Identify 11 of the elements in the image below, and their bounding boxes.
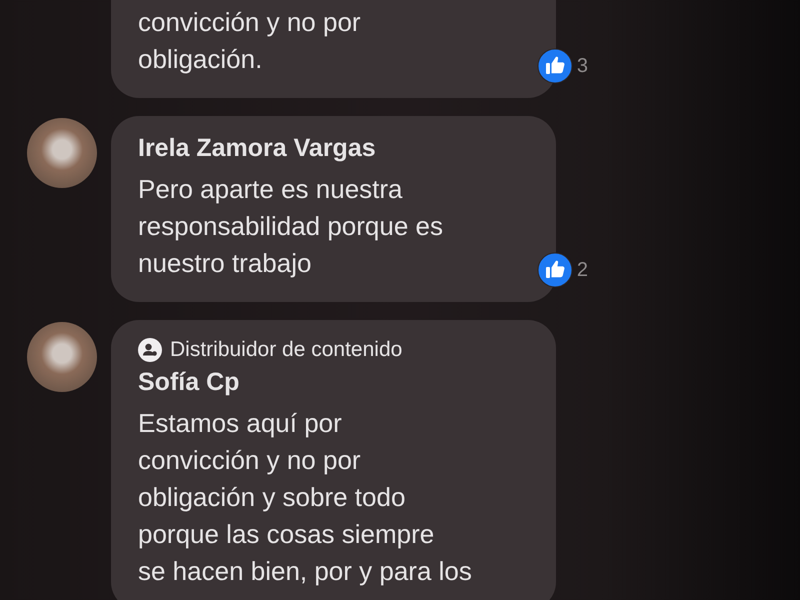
role-label: Distribuidor de contenido bbox=[170, 338, 402, 362]
author-name[interactable]: Sofía Cp bbox=[138, 368, 529, 397]
person-badge-icon bbox=[138, 338, 162, 362]
author-name[interactable]: Irela Zamora Vargas bbox=[138, 134, 529, 163]
reaction-count: 2 bbox=[576, 258, 588, 282]
like-icon[interactable] bbox=[536, 48, 573, 84]
like-icon[interactable] bbox=[536, 252, 573, 288]
comment-text: Estamos aquí por convicción y no por obligación y sobre todo porque las cosas siempre se hacen bien, por y para los bbox=[138, 407, 473, 588]
reaction-count: 3 bbox=[576, 54, 588, 78]
comment-text: Pero aparte es nuestra responsabilidad porque es nuestro trabajo bbox=[138, 173, 444, 280]
comment-text: convicción y no por obligación. bbox=[138, 6, 362, 76]
